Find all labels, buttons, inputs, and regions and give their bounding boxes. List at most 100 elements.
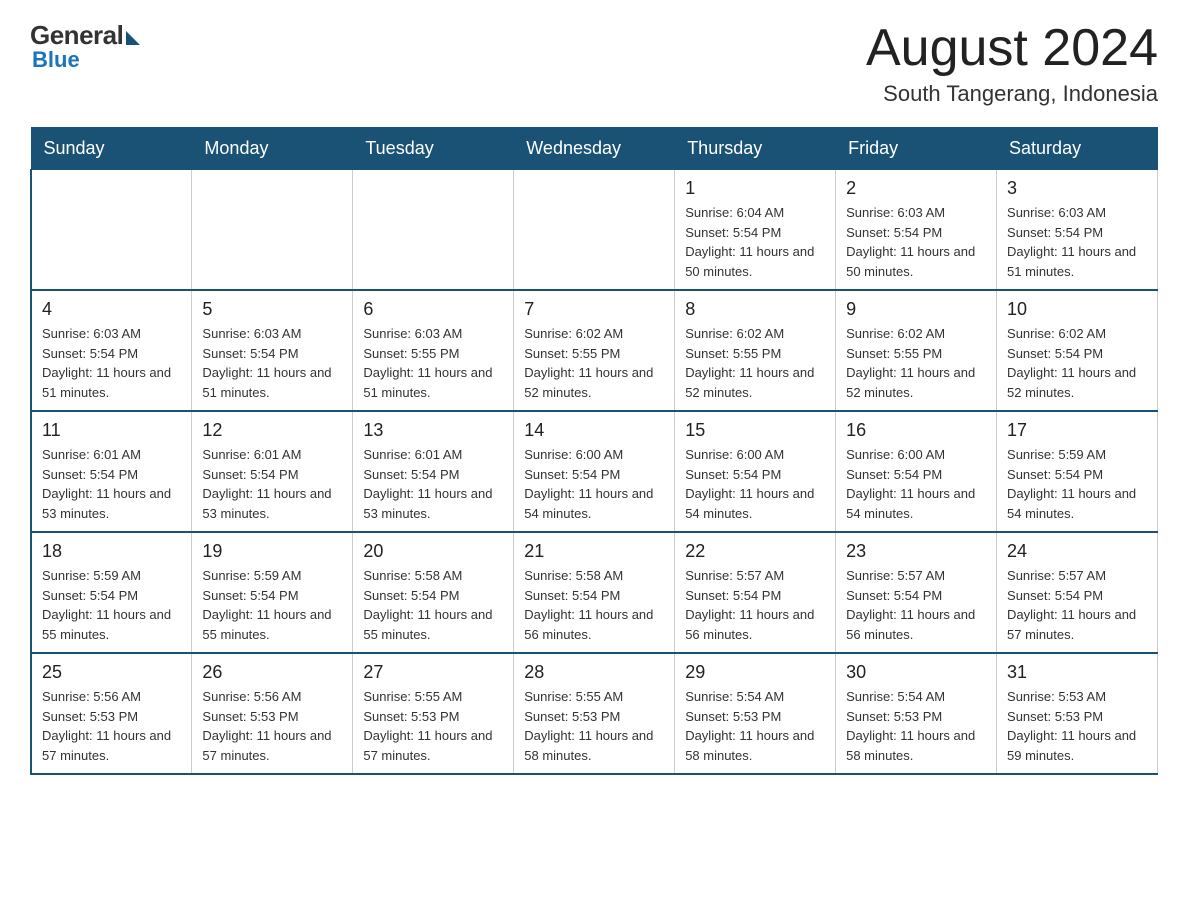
- calendar-cell: 2Sunrise: 6:03 AM Sunset: 5:54 PM Daylig…: [836, 170, 997, 291]
- day-info: Sunrise: 6:00 AM Sunset: 5:54 PM Dayligh…: [524, 445, 664, 523]
- day-number: 11: [42, 420, 181, 441]
- day-info: Sunrise: 6:02 AM Sunset: 5:54 PM Dayligh…: [1007, 324, 1147, 402]
- day-info: Sunrise: 5:59 AM Sunset: 5:54 PM Dayligh…: [1007, 445, 1147, 523]
- calendar-week-row: 1 Sunrise: 6:04 AM Sunset: 5:54 PM Daylig…: [31, 170, 1158, 291]
- calendar-week-row: 4 Sunrise: 6:03 AM Sunset: 5:54 PM Daylig…: [31, 290, 1158, 411]
- day-info: Sunrise: 6:03 AM Sunset: 5:54 PM Dayligh…: [202, 324, 342, 402]
- day-info: Sunrise: 5:54 AM Sunset: 5:53 PM Dayligh…: [685, 687, 825, 765]
- calendar-cell: 31 Sunrise: 5:53 AM Sunset: 5:53 PM Dayli…: [997, 653, 1158, 774]
- calendar-cell: 15 Sunrise: 6:00 AM Sunset: 5:54 PM Dayli…: [675, 411, 836, 532]
- day-info: Sunrise: 6:01 AM Sunset: 5:54 PM Dayligh…: [202, 445, 342, 523]
- day-number: 17: [1007, 420, 1147, 441]
- calendar-week-row: 25 Sunrise: 5:56 AM Sunset: 5:53 PM Dayli…: [31, 653, 1158, 774]
- calendar-cell: [31, 170, 192, 291]
- calendar-cell: 25 Sunrise: 5:56 AM Sunset: 5:53 PM Dayli…: [31, 653, 192, 774]
- day-number: 25: [42, 662, 181, 683]
- day-info: Sunrise: 6:02 AM Sunset: 5:55 PM Dayligh…: [846, 324, 986, 402]
- calendar-cell: 5 Sunrise: 6:03 AM Sunset: 5:54 PM Daylig…: [192, 290, 353, 411]
- day-info: Sunrise: 5:55 AM Sunset: 5:53 PM Dayligh…: [363, 687, 503, 765]
- header: General Blue August 2024 South Tangerang…: [30, 20, 1158, 107]
- day-header-wednesday: Wednesday: [514, 128, 675, 170]
- day-info: Sunrise: 5:58 AM Sunset: 5:54 PM Dayligh…: [363, 566, 503, 644]
- calendar-cell: 9 Sunrise: 6:02 AM Sunset: 5:55 PM Daylig…: [836, 290, 997, 411]
- day-info: Sunrise: 5:56 AM Sunset: 5:53 PM Dayligh…: [42, 687, 181, 765]
- day-info: Sunrise: 6:03 AM Sunset: 5:54 PM Dayligh…: [846, 203, 986, 281]
- day-number: 16: [846, 420, 986, 441]
- day-number: 27: [363, 662, 503, 683]
- logo: General Blue: [30, 20, 140, 73]
- day-info: Sunrise: 6:00 AM Sunset: 5:54 PM Dayligh…: [685, 445, 825, 523]
- calendar-cell: 16Sunrise: 6:00 AM Sunset: 5:54 PM Dayli…: [836, 411, 997, 532]
- day-info: Sunrise: 6:03 AM Sunset: 5:55 PM Dayligh…: [363, 324, 503, 402]
- day-info: Sunrise: 6:03 AM Sunset: 5:54 PM Dayligh…: [42, 324, 181, 402]
- day-info: Sunrise: 5:55 AM Sunset: 5:53 PM Dayligh…: [524, 687, 664, 765]
- day-header-monday: Monday: [192, 128, 353, 170]
- day-number: 31: [1007, 662, 1147, 683]
- calendar-cell: 10 Sunrise: 6:02 AM Sunset: 5:54 PM Dayli…: [997, 290, 1158, 411]
- day-info: Sunrise: 5:58 AM Sunset: 5:54 PM Dayligh…: [524, 566, 664, 644]
- calendar-table: SundayMondayTuesdayWednesdayThursdayFrid…: [30, 127, 1158, 775]
- day-number: 19: [202, 541, 342, 562]
- day-info: Sunrise: 6:01 AM Sunset: 5:54 PM Dayligh…: [363, 445, 503, 523]
- calendar-cell: 4 Sunrise: 6:03 AM Sunset: 5:54 PM Daylig…: [31, 290, 192, 411]
- calendar-cell: 23Sunrise: 5:57 AM Sunset: 5:54 PM Dayli…: [836, 532, 997, 653]
- day-number: 5: [202, 299, 342, 320]
- calendar-cell: 11 Sunrise: 6:01 AM Sunset: 5:54 PM Dayli…: [31, 411, 192, 532]
- day-number: 24: [1007, 541, 1147, 562]
- day-number: 7: [524, 299, 664, 320]
- day-info: Sunrise: 5:56 AM Sunset: 5:53 PM Dayligh…: [202, 687, 342, 765]
- day-number: 13: [363, 420, 503, 441]
- calendar-cell: 21 Sunrise: 5:58 AM Sunset: 5:54 PM Dayli…: [514, 532, 675, 653]
- day-info: Sunrise: 6:04 AM Sunset: 5:54 PM Dayligh…: [685, 203, 825, 281]
- calendar-cell: 28 Sunrise: 5:55 AM Sunset: 5:53 PM Dayli…: [514, 653, 675, 774]
- calendar-cell: 6 Sunrise: 6:03 AM Sunset: 5:55 PM Daylig…: [353, 290, 514, 411]
- calendar-cell: 24Sunrise: 5:57 AM Sunset: 5:54 PM Dayli…: [997, 532, 1158, 653]
- day-info: Sunrise: 6:02 AM Sunset: 5:55 PM Dayligh…: [685, 324, 825, 402]
- calendar-cell: 27 Sunrise: 5:55 AM Sunset: 5:53 PM Dayli…: [353, 653, 514, 774]
- day-header-tuesday: Tuesday: [353, 128, 514, 170]
- day-info: Sunrise: 6:02 AM Sunset: 5:55 PM Dayligh…: [524, 324, 664, 402]
- day-number: 6: [363, 299, 503, 320]
- day-number: 4: [42, 299, 181, 320]
- day-number: 28: [524, 662, 664, 683]
- month-title: August 2024: [866, 20, 1158, 77]
- calendar-cell: 19 Sunrise: 5:59 AM Sunset: 5:54 PM Dayli…: [192, 532, 353, 653]
- day-info: Sunrise: 5:59 AM Sunset: 5:54 PM Dayligh…: [42, 566, 181, 644]
- day-number: 20: [363, 541, 503, 562]
- day-info: Sunrise: 5:59 AM Sunset: 5:54 PM Dayligh…: [202, 566, 342, 644]
- day-number: 8: [685, 299, 825, 320]
- calendar-cell: 7 Sunrise: 6:02 AM Sunset: 5:55 PM Daylig…: [514, 290, 675, 411]
- calendar-week-row: 11 Sunrise: 6:01 AM Sunset: 5:54 PM Dayli…: [31, 411, 1158, 532]
- calendar-cell: 12 Sunrise: 6:01 AM Sunset: 5:54 PM Dayli…: [192, 411, 353, 532]
- day-number: 18: [42, 541, 181, 562]
- title-area: August 2024 South Tangerang, Indonesia: [866, 20, 1158, 107]
- calendar-cell: 26 Sunrise: 5:56 AM Sunset: 5:53 PM Dayli…: [192, 653, 353, 774]
- calendar-cell: 14Sunrise: 6:00 AM Sunset: 5:54 PM Dayli…: [514, 411, 675, 532]
- calendar-cell: 13 Sunrise: 6:01 AM Sunset: 5:54 PM Dayli…: [353, 411, 514, 532]
- day-number: 29: [685, 662, 825, 683]
- day-number: 9: [846, 299, 986, 320]
- day-number: 10: [1007, 299, 1147, 320]
- day-number: 26: [202, 662, 342, 683]
- calendar-cell: 17 Sunrise: 5:59 AM Sunset: 5:54 PM Dayli…: [997, 411, 1158, 532]
- day-number: 15: [685, 420, 825, 441]
- day-header-sunday: Sunday: [31, 128, 192, 170]
- day-number: 21: [524, 541, 664, 562]
- calendar-cell: 20 Sunrise: 5:58 AM Sunset: 5:54 PM Dayli…: [353, 532, 514, 653]
- day-info: Sunrise: 6:03 AM Sunset: 5:54 PM Dayligh…: [1007, 203, 1147, 281]
- calendar-header-row: SundayMondayTuesdayWednesdayThursdayFrid…: [31, 128, 1158, 170]
- day-info: Sunrise: 6:01 AM Sunset: 5:54 PM Dayligh…: [42, 445, 181, 523]
- logo-blue-text: Blue: [32, 47, 80, 73]
- calendar-cell: 18 Sunrise: 5:59 AM Sunset: 5:54 PM Dayli…: [31, 532, 192, 653]
- calendar-week-row: 18 Sunrise: 5:59 AM Sunset: 5:54 PM Dayli…: [31, 532, 1158, 653]
- day-info: Sunrise: 5:53 AM Sunset: 5:53 PM Dayligh…: [1007, 687, 1147, 765]
- day-header-thursday: Thursday: [675, 128, 836, 170]
- day-number: 30: [846, 662, 986, 683]
- calendar-cell: [353, 170, 514, 291]
- day-number: 12: [202, 420, 342, 441]
- day-number: 1: [685, 178, 825, 199]
- day-number: 22: [685, 541, 825, 562]
- day-number: 23: [846, 541, 986, 562]
- calendar-cell: 3Sunrise: 6:03 AM Sunset: 5:54 PM Daylig…: [997, 170, 1158, 291]
- logo-arrow-icon: [126, 31, 140, 45]
